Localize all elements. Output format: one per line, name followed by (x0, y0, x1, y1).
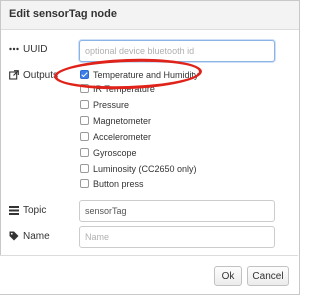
uuid-label: UUID (23, 43, 48, 55)
dialog-titlebar: Edit sensorTag node (1, 1, 299, 30)
name-row-label: Name (8, 230, 50, 242)
dialog-title: Edit sensorTag node (9, 8, 117, 20)
uuid-row-label: UUID (8, 43, 47, 55)
name-input[interactable] (79, 226, 275, 248)
output-option-pressure[interactable]: Pressure (80, 98, 129, 111)
external-link-icon (8, 69, 20, 81)
output-option-gyroscope[interactable]: Gyroscope (80, 146, 137, 159)
output-option-button-press[interactable]: Button press (80, 177, 144, 190)
gyroscope-checkbox[interactable] (80, 148, 89, 157)
ok-button[interactable]: Ok (214, 266, 242, 286)
output-option-accelerometer[interactable]: Accelerometer (80, 130, 151, 143)
outputs-label: Outputs (23, 69, 59, 81)
option-label: Accelerometer (93, 131, 152, 142)
ellipsis-icon (8, 43, 20, 55)
button-press-checkbox[interactable] (80, 179, 89, 188)
luminosity-checkbox[interactable] (80, 164, 89, 173)
option-label: Gyroscope (93, 147, 137, 158)
option-label: Button press (93, 178, 144, 189)
magnetometer-checkbox[interactable] (80, 116, 89, 125)
uuid-input[interactable] (79, 40, 275, 62)
output-option-magnetometer[interactable]: Magnetometer (80, 114, 151, 127)
option-label: Pressure (93, 99, 130, 110)
pressure-checkbox[interactable] (80, 100, 89, 109)
topic-input[interactable] (79, 200, 275, 222)
option-label: Luminosity (CC2650 only) (93, 163, 197, 174)
tag-icon (8, 230, 20, 242)
outputs-row-label: Outputs (8, 69, 58, 81)
option-label: Magnetometer (93, 115, 152, 126)
output-option-luminosity[interactable]: Luminosity (CC2650 only) (80, 162, 197, 175)
name-label: Name (23, 230, 50, 242)
topic-row-label: Topic (8, 204, 46, 216)
cancel-button[interactable]: Cancel (247, 266, 289, 286)
topic-label: Topic (23, 204, 47, 216)
tasks-icon (8, 204, 20, 216)
accelerometer-checkbox[interactable] (80, 132, 89, 141)
